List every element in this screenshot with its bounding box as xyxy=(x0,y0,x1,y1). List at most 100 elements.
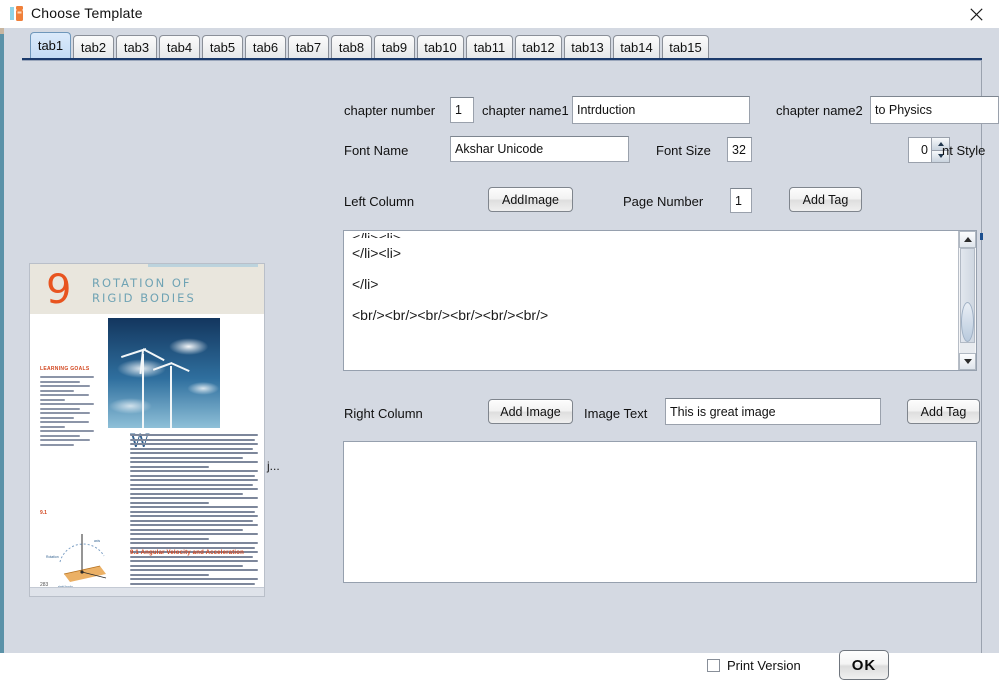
preview-header-band: 9 ROTATION OF RIGID BODIES xyxy=(30,264,264,314)
right-column-textarea[interactable] xyxy=(343,441,977,583)
scroll-up-icon[interactable] xyxy=(959,231,976,248)
image-text-input[interactable]: This is great image xyxy=(665,398,881,425)
tab-label: tab4 xyxy=(166,39,193,55)
preview-text-line xyxy=(40,403,94,405)
preview-text-line xyxy=(130,452,258,454)
tab-tab6[interactable]: tab6 xyxy=(245,35,286,58)
preview-text-line xyxy=(130,515,258,517)
image-text-label: Image Text xyxy=(584,406,648,421)
preview-chapter-number: 9 xyxy=(46,267,72,313)
title-bar: Choose Template xyxy=(0,0,999,28)
preview-text-line xyxy=(40,439,91,441)
right-add-tag-button[interactable]: Add Tag xyxy=(907,399,980,424)
tab-tab13[interactable]: tab13 xyxy=(564,35,611,58)
preview-text-line xyxy=(40,376,94,378)
chapter-name1-input[interactable]: Intrduction xyxy=(572,96,750,124)
preview-text-line xyxy=(40,407,81,410)
preview-body: LEARNING GOALS W 9.1 Rotation axis 9.1 A… xyxy=(30,314,264,596)
tab-label: tab13 xyxy=(571,39,604,55)
preview-text-line xyxy=(40,421,90,423)
textarea-line: </li> xyxy=(352,276,379,292)
tab-tab10[interactable]: tab10 xyxy=(417,35,464,58)
font-name-input[interactable]: Akshar Unicode xyxy=(450,136,629,162)
tab-label: tab7 xyxy=(295,39,322,55)
left-column-scrollbar[interactable] xyxy=(958,231,976,370)
preview-text-line xyxy=(130,533,258,535)
close-icon[interactable] xyxy=(953,0,999,28)
preview-text-line xyxy=(130,582,256,585)
preview-text-line xyxy=(130,443,258,445)
font-size-label: Font Size xyxy=(656,143,711,158)
preview-text-line xyxy=(40,443,74,446)
tab-tab2[interactable]: tab2 xyxy=(73,35,114,58)
tab-tab11[interactable]: tab11 xyxy=(466,35,513,58)
tab-tab5[interactable]: tab5 xyxy=(202,35,243,58)
left-add-image-button[interactable]: AddImage xyxy=(488,187,573,212)
font-style-value[interactable]: 0 xyxy=(909,138,931,162)
app-frame: tab1 tab2 tab3 tab4 tab5 tab6 tab7 tab8 tab9 tab1… xyxy=(0,28,999,680)
window-title: Choose Template xyxy=(31,5,143,21)
textarea-line: </li><li> xyxy=(352,245,402,261)
textarea-line: </li><li> xyxy=(352,231,956,238)
preview-text-line xyxy=(130,537,210,540)
scrollbar-thumb[interactable] xyxy=(960,248,975,343)
preview-text-line xyxy=(130,524,258,526)
template-preview-thumbnail[interactable]: 9 ROTATION OF RIGID BODIES LEARNING GOAL… xyxy=(29,263,265,597)
left-add-tag-button[interactable]: Add Tag xyxy=(789,187,862,212)
tab-label: tab2 xyxy=(80,39,107,55)
chapter-name1-label: chapter name1 xyxy=(482,103,569,118)
chapter-name2-label: chapter name2 xyxy=(776,103,863,118)
left-column-textarea-content: </li><li> </li><li> </li> <br/><br/><br/><b… xyxy=(352,231,956,331)
tab-tab7[interactable]: tab7 xyxy=(288,35,329,58)
tab-tab12[interactable]: tab12 xyxy=(515,35,562,58)
preview-text-line xyxy=(130,465,210,468)
tab-label: tab1 xyxy=(37,38,64,53)
preview-text-line xyxy=(130,447,253,450)
tab-tab1[interactable]: tab1 xyxy=(30,32,71,58)
tab-tab8[interactable]: tab8 xyxy=(331,35,372,58)
preview-section-heading: 9.1 Angular Velocity and Acceleration xyxy=(130,550,244,556)
content-panel: 9 ROTATION OF RIGID BODIES LEARNING GOAL… xyxy=(4,61,999,680)
preview-title-line2: RIGID BODIES xyxy=(92,291,196,305)
scrollbar-track[interactable] xyxy=(960,248,975,353)
svg-text:Rotation: Rotation xyxy=(46,555,59,559)
right-divider-marker xyxy=(980,233,983,240)
preview-text-line xyxy=(130,488,258,490)
tab-tab15[interactable]: tab15 xyxy=(662,35,709,58)
preview-text-line xyxy=(130,569,258,571)
tab-tab14[interactable]: tab14 xyxy=(613,35,660,58)
tab-tab9[interactable]: tab9 xyxy=(374,35,415,58)
chapter-number-input[interactable]: 1 xyxy=(450,97,474,123)
tab-label: tab5 xyxy=(209,39,236,55)
preview-text-line xyxy=(130,578,258,580)
scrollbar-thumb-grip[interactable] xyxy=(961,302,974,342)
preview-right-column-text xyxy=(130,434,258,587)
preview-text-line xyxy=(130,456,243,459)
preview-text-line xyxy=(130,573,210,576)
preview-text-line xyxy=(130,528,243,531)
tab-tab4[interactable]: tab4 xyxy=(159,35,200,58)
left-column-textarea[interactable]: </li><li> </li><li> </li> <br/><br/><br/><b… xyxy=(343,230,977,371)
tab-label: tab6 xyxy=(252,39,279,55)
right-add-image-button[interactable]: Add Image xyxy=(488,399,573,424)
preview-text-line xyxy=(130,479,258,481)
scroll-down-icon[interactable] xyxy=(959,353,976,370)
preview-text-line xyxy=(130,560,258,562)
print-version-checkbox-box[interactable] xyxy=(707,659,720,672)
preview-text-line xyxy=(40,412,91,414)
preview-text-line xyxy=(40,434,81,437)
preview-truncated-label: j... xyxy=(267,459,280,473)
tab-tab3[interactable]: tab3 xyxy=(116,35,157,58)
print-version-checkbox[interactable]: Print Version xyxy=(707,658,801,673)
preview-text-line xyxy=(130,492,243,495)
page-number-input[interactable]: 1 xyxy=(730,188,752,213)
preview-text-line xyxy=(130,501,210,504)
preview-text-line xyxy=(130,474,256,477)
tab-label: tab12 xyxy=(522,39,555,55)
chapter-name2-input[interactable]: to Physics xyxy=(870,96,999,124)
tab-label: tab11 xyxy=(473,39,506,55)
font-size-input[interactable]: 32 xyxy=(727,137,752,162)
preview-text-line xyxy=(40,389,74,392)
ok-button[interactable]: OK xyxy=(839,650,889,680)
preview-learning-goals-heading: LEARNING GOALS xyxy=(40,366,90,372)
